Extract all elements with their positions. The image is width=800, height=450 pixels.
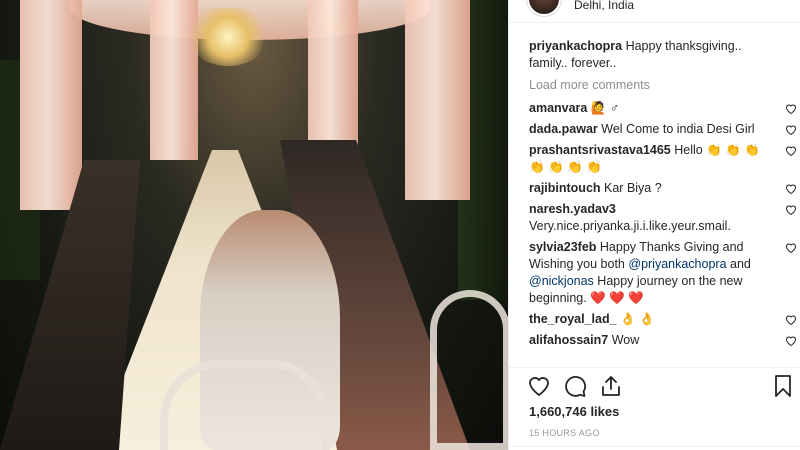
mention-link[interactable]: @priyankachopra (628, 257, 726, 271)
post-header: Delhi, India (509, 0, 800, 22)
caption-username[interactable]: priyankachopra (529, 39, 622, 53)
chair (160, 360, 330, 450)
comment-like-heart-icon[interactable] (785, 103, 797, 114)
post-timestamp[interactable]: 15 HOURS AGO (529, 428, 600, 438)
comment-text: 👌 👌 (620, 312, 655, 326)
post-photo[interactable] (0, 0, 508, 450)
comment-like-heart-icon[interactable] (785, 204, 797, 215)
bookmark-icon[interactable] (771, 374, 795, 398)
comment-like-heart-icon[interactable] (785, 242, 797, 253)
share-icon[interactable] (599, 374, 623, 398)
curtain (20, 0, 82, 210)
comment-username[interactable]: naresh.yadav3 (529, 202, 616, 216)
divider (509, 367, 800, 368)
comment-like-heart-icon[interactable] (785, 124, 797, 135)
curtain (405, 0, 470, 200)
chair (430, 290, 508, 450)
comment-like-heart-icon[interactable] (785, 314, 797, 325)
comment-text: Very.nice.priyanka.ji.i.like.yeur.smail. (529, 219, 731, 233)
comment-like-heart-icon[interactable] (785, 183, 797, 194)
comment-text: Wow (611, 333, 640, 347)
comment-like-heart-icon[interactable] (785, 145, 797, 156)
comments-list: priyankachopra Happy thanksgiving.. fami… (529, 38, 797, 353)
comment-text: 🙋 ♂ (590, 101, 620, 115)
comment: the_royal_lad_ 👌 👌 (529, 311, 797, 328)
comment: sylvia23feb Happy Thanks Giving and Wish… (529, 239, 797, 307)
comment-username[interactable]: rajibintouch (529, 181, 601, 195)
divider (509, 22, 800, 23)
comment-text: Wel Come to india Desi Girl (601, 122, 755, 136)
comment-username[interactable]: prashantsrivastava1465 (529, 143, 671, 157)
action-bar (527, 374, 797, 400)
comment-username[interactable]: amanvara (529, 101, 587, 115)
location-link[interactable]: Delhi, India (574, 0, 634, 12)
comment: naresh.yadav3 Very.nice.priyanka.ji.i.li… (529, 201, 797, 235)
avatar[interactable] (527, 0, 561, 16)
comment: prashantsrivastava1465 Hello 👏 👏 👏 👏 👏 👏… (529, 142, 797, 176)
comment-username[interactable]: dada.pawar (529, 122, 598, 136)
comment-icon[interactable] (563, 374, 587, 398)
comment-username[interactable]: the_royal_lad_ (529, 312, 617, 326)
comment-username[interactable]: sylvia23feb (529, 240, 596, 254)
comment-text: and (730, 257, 751, 271)
comment: rajibintouch Kar Biya ? (529, 180, 797, 197)
like-count[interactable]: 1,660,746 likes (529, 404, 619, 419)
comment: alifahossain7 Wow (529, 332, 797, 349)
comment-text: Kar Biya ? (604, 181, 662, 195)
comment: amanvara 🙋 ♂ (529, 100, 797, 117)
load-more-comments-link[interactable]: Load more comments (529, 77, 797, 94)
comment: dada.pawar Wel Come to india Desi Girl (529, 121, 797, 138)
caption: priyankachopra Happy thanksgiving.. fami… (529, 38, 797, 72)
chandelier (188, 8, 268, 66)
divider (509, 446, 800, 447)
comment-username[interactable]: alifahossain7 (529, 333, 608, 347)
post-sidebar: Delhi, India priyankachopra Happy thanks… (508, 0, 800, 450)
heart-icon[interactable] (527, 374, 551, 398)
mention-link[interactable]: @nickjonas (529, 274, 594, 288)
comment-like-heart-icon[interactable] (785, 335, 797, 346)
